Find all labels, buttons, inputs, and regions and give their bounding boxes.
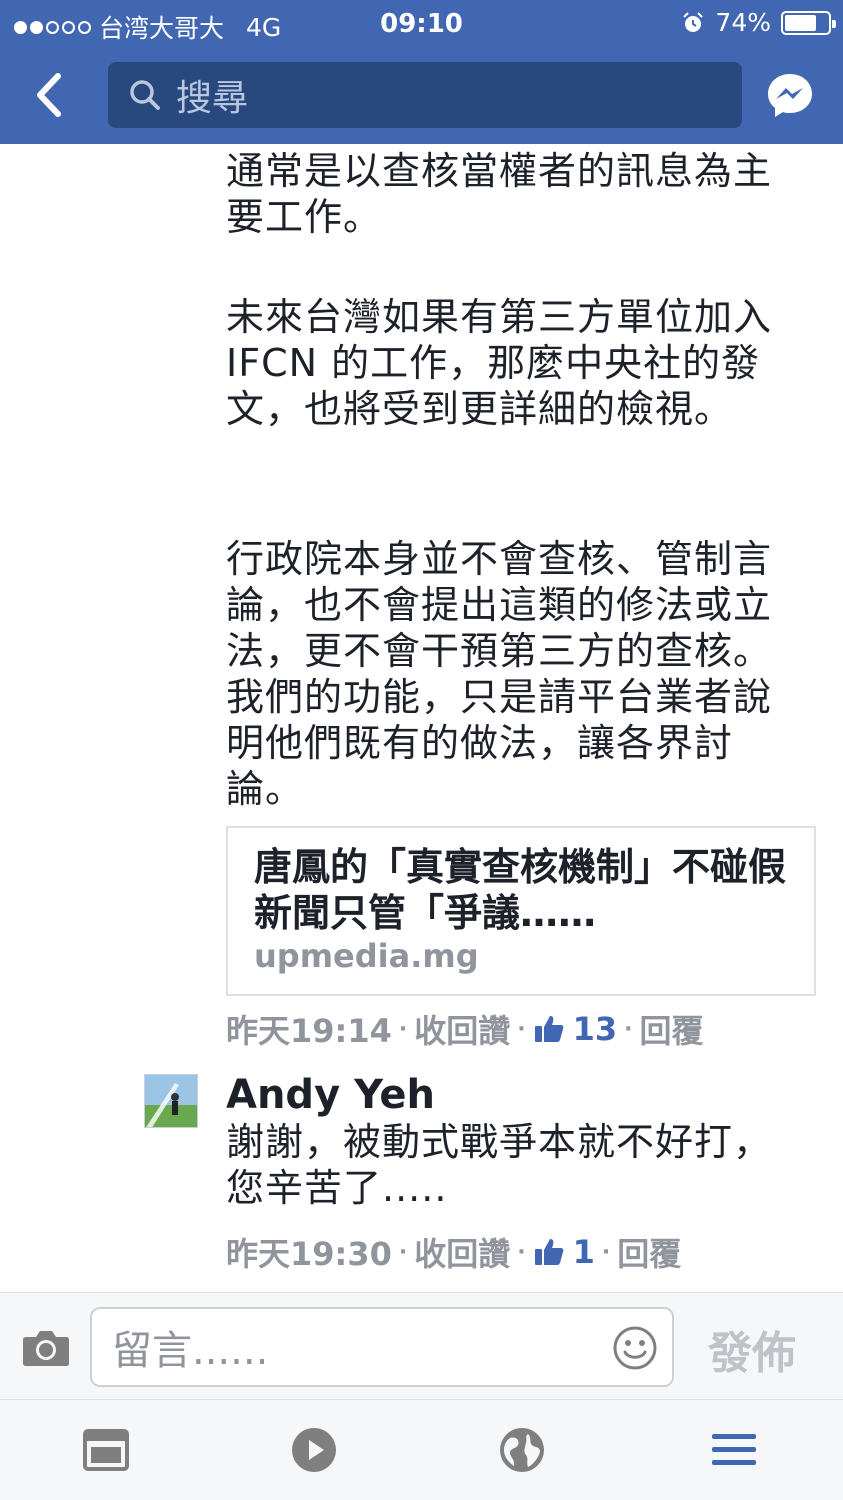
emoji-icon[interactable] xyxy=(612,1325,658,1371)
unlike-link[interactable]: 收回讚 xyxy=(414,1229,510,1275)
status-bar: 台湾大哥大 4G 09:10 74% xyxy=(0,0,843,48)
comment-meta: 昨天19:14 · 收回讚 · 13 · 回覆 xyxy=(226,1006,704,1052)
thumbs-up-icon xyxy=(534,1016,564,1042)
comment-thread: 通常是以查核當權者的訊息為主要工作。 未來台灣如果有第三方單位加入 IFCN 的… xyxy=(0,144,843,1292)
camera-icon[interactable] xyxy=(22,1329,70,1367)
post-paragraph: 行政院本身並不會查核、管制言論，也不會提出這類的修法或立法，更不會干預第三方的查… xyxy=(226,537,773,811)
post-paragraph: 未來台灣如果有第三方單位加入 IFCN 的工作，那麼中央社的發文，也將受到更詳細… xyxy=(226,295,773,431)
search-input[interactable]: 搜尋 xyxy=(108,62,742,128)
link-title: 唐鳳的「真實查核機制」不碰假新聞只管「爭議…… xyxy=(254,845,787,935)
menu-icon[interactable] xyxy=(710,1426,758,1474)
like-count: 13 xyxy=(572,1010,618,1048)
link-domain: upmedia.mg xyxy=(254,937,479,975)
alarm-icon xyxy=(683,11,704,32)
comment-meta: 昨天19:30 · 收回讚 · 1 · 回覆 xyxy=(226,1229,681,1275)
video-icon[interactable] xyxy=(290,1426,338,1474)
comment-input[interactable]: 留言...... xyxy=(90,1307,674,1387)
chevron-left-icon[interactable] xyxy=(30,70,70,120)
comment-placeholder: 留言...... xyxy=(112,1328,269,1374)
search-icon xyxy=(130,80,160,110)
battery-percent: 74% xyxy=(715,8,771,37)
like-count: 1 xyxy=(572,1233,595,1271)
unlike-link[interactable]: 收回讚 xyxy=(414,1006,510,1052)
comment-composer: 留言...... 發佈 xyxy=(0,1292,843,1400)
comment-timestamp: 昨天19:30 xyxy=(226,1235,392,1273)
link-preview-card[interactable]: 唐鳳的「真實查核機制」不碰假新聞只管「爭議…… upmedia.mg xyxy=(226,826,816,996)
top-header: 台湾大哥大 4G 09:10 74% 搜尋 xyxy=(0,0,843,144)
reply-link[interactable]: 回覆 xyxy=(617,1229,681,1275)
comment-timestamp: 昨天19:14 xyxy=(226,1012,392,1050)
post-button[interactable]: 發佈 xyxy=(708,1317,796,1381)
avatar[interactable] xyxy=(144,1074,198,1128)
search-placeholder: 搜尋 xyxy=(176,78,249,119)
reply-link[interactable]: 回覆 xyxy=(640,1006,704,1052)
battery-icon xyxy=(781,10,836,35)
comment-text: 謝謝，被動式戰爭本就不好打，您辛苦了..... xyxy=(226,1120,773,1210)
nav-bar: 搜尋 xyxy=(0,62,843,128)
messenger-icon[interactable] xyxy=(765,71,815,121)
globe-icon[interactable] xyxy=(498,1426,546,1474)
thumbs-up-icon xyxy=(534,1239,564,1265)
bottom-tab-bar xyxy=(0,1400,843,1500)
news-feed-icon[interactable] xyxy=(82,1426,130,1474)
post-paragraph: 通常是以查核當權者的訊息為主要工作。 xyxy=(226,149,773,239)
comment-author[interactable]: Andy Yeh xyxy=(226,1072,435,1118)
